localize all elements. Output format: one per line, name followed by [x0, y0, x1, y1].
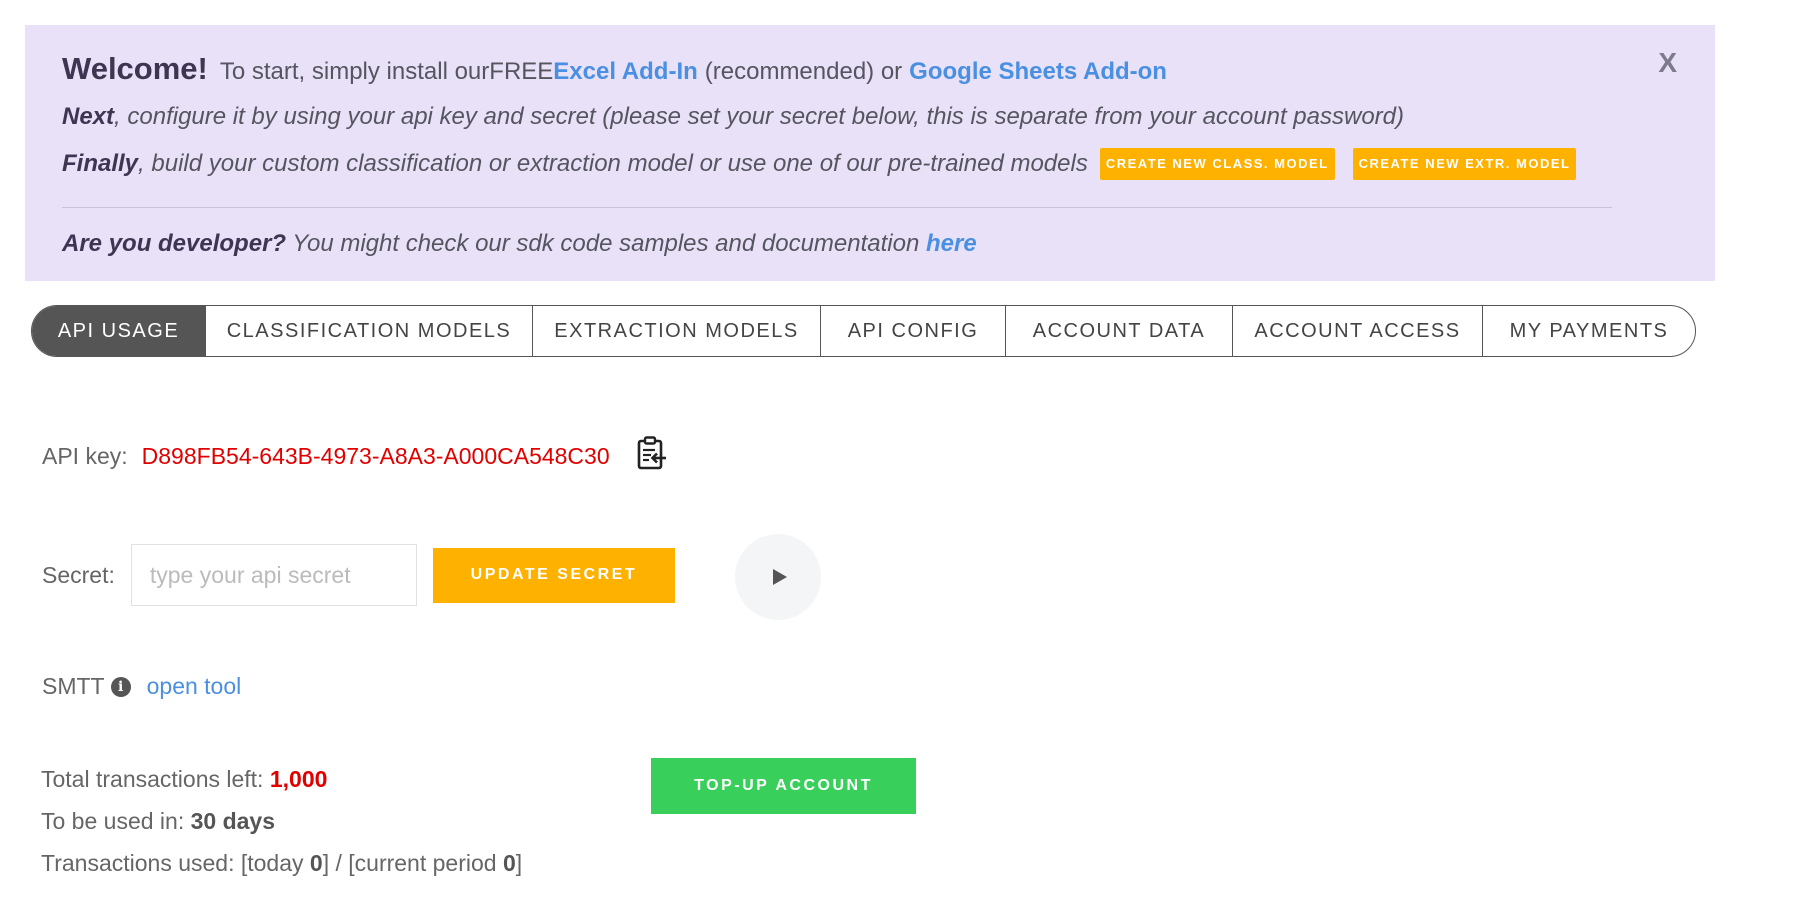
- excel-addin-link[interactable]: Excel Add-In: [553, 58, 697, 86]
- period-value: 0: [502, 850, 516, 876]
- today-value: 0: [309, 850, 323, 876]
- developer-text: You might check our sdk code samples and…: [286, 230, 926, 257]
- banner-intro-line: Welcome! To start, simply install our FR…: [62, 51, 1678, 97]
- play-icon: [773, 569, 787, 585]
- google-sheets-addon-link[interactable]: Google Sheets Add-on: [909, 58, 1167, 86]
- free-label: FREE: [489, 58, 554, 85]
- tab-account-data[interactable]: ACCOUNT DATA: [1006, 306, 1233, 356]
- api-key-label: API key:: [42, 443, 128, 469]
- tab-account-access[interactable]: ACCOUNT ACCESS: [1233, 306, 1483, 356]
- next-text: , configure it by using your api key and…: [114, 103, 1404, 130]
- banner-intro-text: To start, simply install our: [219, 58, 490, 85]
- api-key-value: D898FB54-643B-4973-A8A3-A000CA548C30: [141, 443, 610, 469]
- total-transactions-line: Total transactions left: 1,000: [41, 758, 522, 800]
- close-icon[interactable]: X: [1658, 47, 1677, 79]
- banner-next-line: Next, configure it by using your api key…: [62, 103, 1678, 143]
- banner-mid-text: (recommended) or: [704, 58, 903, 85]
- secret-input[interactable]: [130, 544, 417, 606]
- secret-label: Secret:: [42, 561, 115, 588]
- open-tool-link[interactable]: open tool: [147, 673, 242, 700]
- docs-here-link[interactable]: here: [926, 230, 977, 257]
- play-button[interactable]: [735, 534, 821, 620]
- transaction-stats: Total transactions left: 1,000 To be use…: [41, 758, 522, 884]
- transactions-used-line: Transactions used: [today 0] / [current …: [41, 842, 522, 884]
- tab-my-payments[interactable]: MY PAYMENTS: [1483, 306, 1695, 356]
- tab-extraction-models[interactable]: EXTRACTION MODELS: [533, 306, 821, 356]
- tab-classification-models[interactable]: CLASSIFICATION MODELS: [206, 306, 533, 356]
- next-label: Next: [62, 103, 115, 130]
- finally-label: Finally: [62, 150, 139, 177]
- smtt-row: SMTT i open tool: [42, 673, 241, 700]
- welcome-title: Welcome!: [62, 51, 208, 86]
- create-extr-model-button[interactable]: CREATE NEW EXTR. MODEL: [1352, 148, 1577, 180]
- create-class-model-button[interactable]: CREATE NEW CLASS. MODEL: [1099, 148, 1335, 180]
- developer-label: Are you developer?: [62, 230, 287, 257]
- info-icon[interactable]: i: [110, 676, 131, 697]
- update-secret-button[interactable]: UPDATE SECRET: [432, 547, 675, 603]
- to-be-used-label: To be used in:: [41, 808, 191, 834]
- welcome-banner: X Welcome! To start, simply install our …: [25, 25, 1715, 281]
- closing-bracket: ]: [515, 850, 523, 876]
- tab-api-usage[interactable]: API USAGE: [32, 306, 206, 356]
- page: X Welcome! To start, simply install our …: [0, 0, 1818, 922]
- clipboard-copy-icon[interactable]: [637, 436, 667, 470]
- tab-api-config[interactable]: API CONFIG: [821, 306, 1006, 356]
- current-period-label: ] / [current period: [322, 850, 503, 876]
- top-up-account-button[interactable]: TOP-UP ACCOUNT: [651, 758, 916, 814]
- banner-finally-line: Finally, build your custom classificatio…: [62, 143, 1678, 185]
- finally-text: , build your custom classification or ex…: [138, 150, 1088, 177]
- total-transactions-label: Total transactions left:: [41, 766, 270, 792]
- secret-row: Secret: UPDATE SECRET: [42, 544, 675, 606]
- banner-developer-line: Are you developer? You might check our s…: [62, 230, 1678, 258]
- tab-bar: API USAGE CLASSIFICATION MODELS EXTRACTI…: [31, 305, 1696, 357]
- smtt-label: SMTT: [42, 673, 105, 699]
- total-transactions-value: 1,000: [269, 766, 328, 792]
- to-be-used-value: 30 days: [190, 808, 276, 834]
- transactions-used-label: Transactions used: [today: [41, 850, 310, 876]
- api-key-row: API key: D898FB54-643B-4973-A8A3-A000CA5…: [42, 443, 610, 470]
- to-be-used-line: To be used in: 30 days: [41, 800, 522, 842]
- banner-divider: [62, 207, 1612, 208]
